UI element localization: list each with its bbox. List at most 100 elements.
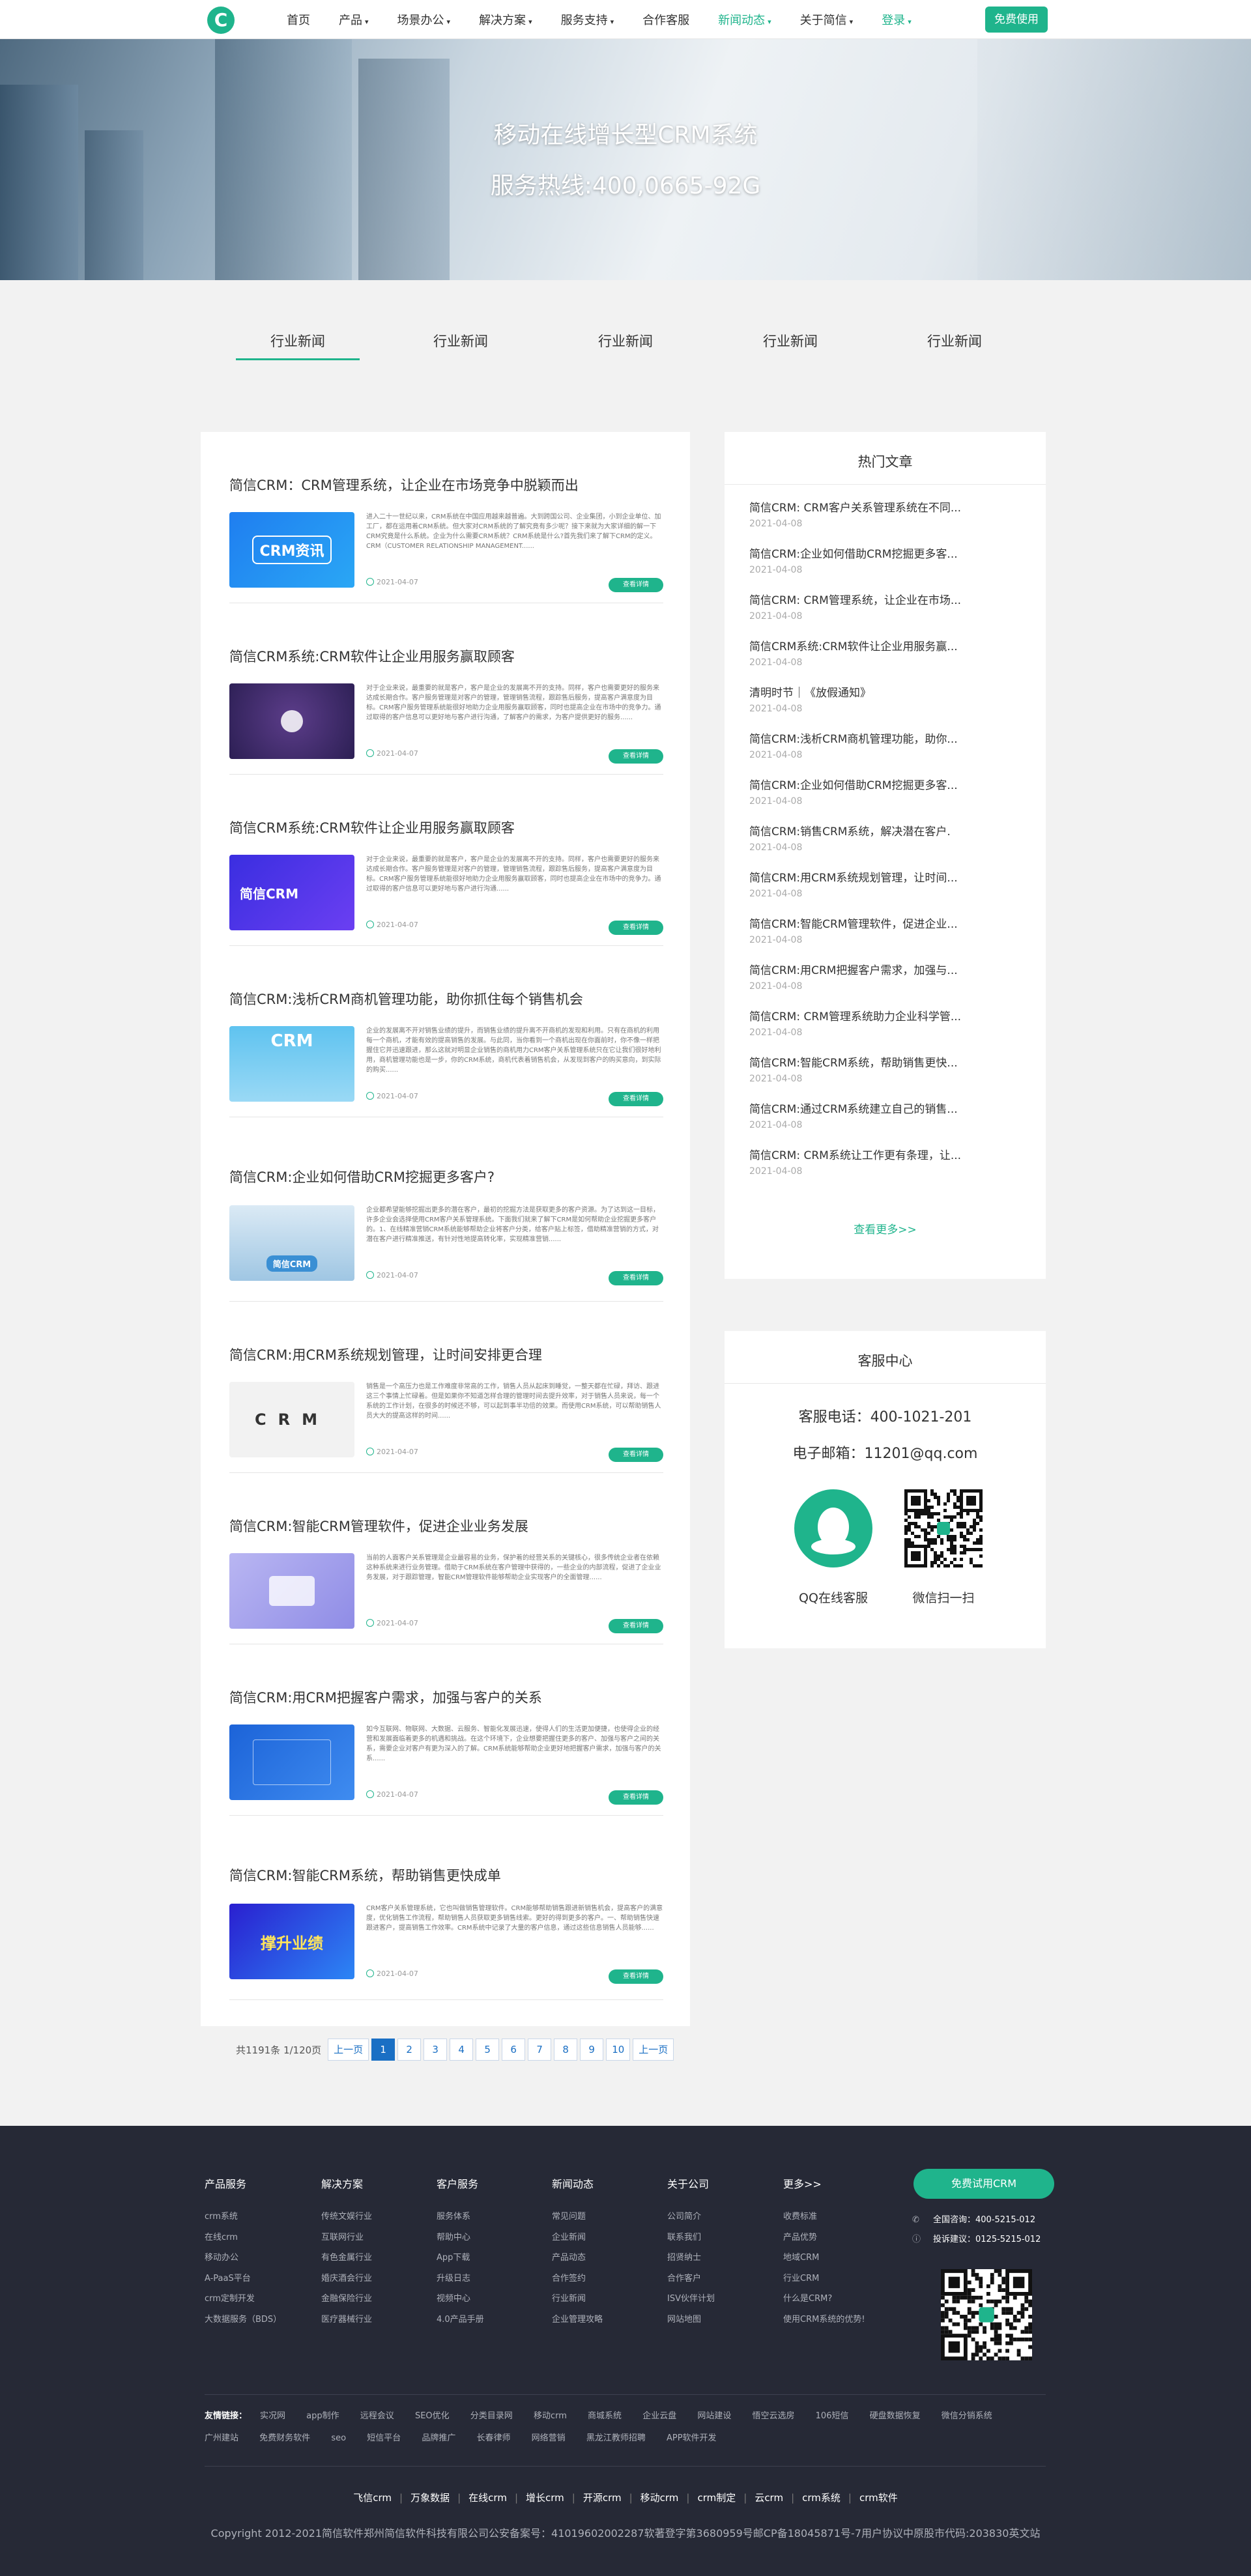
page-7[interactable]: 7 — [528, 2039, 552, 2061]
hot-article-title[interactable]: 简信CRM:通过CRM系统建立自己的销售... — [749, 1100, 1023, 1116]
footer-link[interactable]: 服务体系 — [437, 2207, 541, 2227]
hot-article-item[interactable]: 简信CRM:智能CRM管理软件，促进企业... 2021-04-08 — [749, 915, 1023, 945]
hot-article-item[interactable]: 简信CRM:通过CRM系统建立自己的销售... 2021-04-08 — [749, 1100, 1023, 1130]
friend-link[interactable]: 网络营销 — [532, 2433, 566, 2443]
friend-link[interactable]: 品牌推广 — [422, 2433, 455, 2443]
article-thumbnail[interactable] — [229, 1553, 354, 1629]
friend-link[interactable]: 短信平台 — [367, 2433, 401, 2443]
hot-article-item[interactable]: 简信CRM:销售CRM系统，解决潜在客户. 2021-04-08 — [749, 822, 1023, 853]
view-details-button[interactable]: 查看详情 — [609, 1271, 663, 1285]
footer-bar-link[interactable]: 云crm — [755, 2492, 783, 2504]
hot-article-title[interactable]: 简信CRM: CRM管理系统助力企业科学管... — [749, 1007, 1023, 1023]
footer-link[interactable]: 什么是CRM? — [783, 2289, 887, 2310]
article-title[interactable]: 简信CRM:浅析CRM商机管理功能，助你抓住每个销售机会 — [229, 989, 583, 1009]
view-more-link[interactable]: 查看更多>> — [725, 1220, 1046, 1237]
friend-link[interactable]: 网站建设 — [697, 2411, 731, 2421]
hot-article-title[interactable]: 简信CRM:用CRM系统规划管理，让时间... — [749, 868, 1023, 885]
article-thumbnail[interactable]: CRM — [229, 1382, 354, 1457]
friend-link[interactable]: 106短信 — [816, 2411, 849, 2421]
footer-link[interactable]: ISV伙伴计划 — [667, 2289, 771, 2310]
hot-article-item[interactable]: 简信CRM:浅析CRM商机管理功能，助你... 2021-04-08 — [749, 730, 1023, 760]
friend-link[interactable]: 硬盘数据恢复 — [870, 2411, 921, 2421]
hot-article-item[interactable]: 简信CRM系统:CRM软件让企业用服务赢... 2021-04-08 — [749, 637, 1023, 668]
friend-link[interactable]: 悟空云选房 — [753, 2411, 795, 2421]
tab-industry-news-4[interactable]: 行业新闻 — [728, 331, 852, 358]
footer-link[interactable]: 4.0产品手册 — [437, 2310, 541, 2330]
nav-solutions[interactable]: 解决方案 ▾ — [479, 11, 532, 28]
footer-bar-link[interactable]: 移动crm — [640, 2492, 679, 2504]
page-10[interactable]: 10 — [606, 2039, 631, 2061]
page-9[interactable]: 9 — [580, 2039, 604, 2061]
hot-article-title[interactable]: 简信CRM:智能CRM管理软件，促进企业... — [749, 915, 1023, 931]
footer-column-heading[interactable]: 解决方案 — [321, 2175, 425, 2191]
page-5[interactable]: 5 — [476, 2039, 500, 2061]
view-details-button[interactable]: 查看详情 — [609, 1969, 663, 1984]
view-details-button[interactable]: 查看详情 — [609, 578, 663, 592]
brand-logo[interactable]: C — [207, 7, 235, 34]
footer-bar-link[interactable]: 飞信crm — [353, 2492, 392, 2504]
hot-article-title[interactable]: 简信CRM:销售CRM系统，解决潜在客户. — [749, 822, 1023, 838]
footer-link[interactable]: 在线crm — [205, 2227, 309, 2248]
footer-bar-link[interactable]: crm软件 — [859, 2492, 898, 2504]
footer-bar-link[interactable]: 增长crm — [526, 2492, 564, 2504]
friend-link[interactable]: APP软件开发 — [667, 2433, 717, 2443]
page-2[interactable]: 2 — [397, 2039, 422, 2061]
footer-link[interactable]: 互联网行业 — [321, 2227, 425, 2248]
footer-link[interactable]: 传统文娱行业 — [321, 2207, 425, 2227]
hot-article-title[interactable]: 简信CRM:智能CRM系统，帮助销售更快... — [749, 1053, 1023, 1070]
footer-column-heading[interactable]: 新闻动态 — [552, 2175, 656, 2191]
prev-page-button[interactable]: 上一页 — [328, 2039, 369, 2061]
nav-about[interactable]: 关于简信 ▾ — [800, 11, 854, 28]
footer-link[interactable]: 金融保险行业 — [321, 2289, 425, 2310]
view-details-button[interactable]: 查看详情 — [609, 1619, 663, 1633]
hot-article-item[interactable]: 简信CRM:企业如何借助CRM挖掘更多客... 2021-04-08 — [749, 545, 1023, 575]
article-title[interactable]: 简信CRM:智能CRM管理软件，促进企业业务发展 — [229, 1516, 528, 1536]
article-thumbnail[interactable]: 简信CRM — [229, 855, 354, 930]
friend-link[interactable]: 移动crm — [534, 2411, 567, 2421]
footer-column-heading[interactable]: 关于公司 — [667, 2175, 771, 2191]
footer-link[interactable]: 常见问题 — [552, 2207, 656, 2227]
footer-link[interactable]: 收费标准 — [783, 2207, 887, 2227]
nav-news[interactable]: 新闻动态 ▾ — [718, 11, 771, 28]
friend-link[interactable]: SEO优化 — [415, 2411, 450, 2421]
view-details-button[interactable]: 查看详情 — [609, 1448, 663, 1462]
friend-link[interactable]: 黑龙江教师招聘 — [586, 2433, 646, 2443]
article-title[interactable]: 简信CRM：CRM管理系统，让企业在市场竞争中脱颖而出 — [229, 475, 579, 494]
footer-bar-link[interactable]: 万象数据 — [410, 2492, 450, 2504]
footer-link[interactable]: 升级日志 — [437, 2268, 541, 2289]
footer-link[interactable]: 合作客户 — [667, 2268, 771, 2289]
article-title[interactable]: 简信CRM:企业如何借助CRM挖掘更多客户? — [229, 1167, 495, 1186]
tab-industry-news-5[interactable]: 行业新闻 — [893, 331, 1016, 358]
view-details-button[interactable]: 查看详情 — [609, 1092, 663, 1106]
hot-article-item[interactable]: 简信CRM: CRM客户关系管理系统在不同... 2021-04-08 — [749, 498, 1023, 529]
article-title[interactable]: 简信CRM系统:CRM软件让企业用服务赢取顾客 — [229, 818, 515, 837]
friend-link[interactable]: 微信分销系统 — [942, 2411, 992, 2421]
footer-bar-link[interactable]: crm制定 — [697, 2492, 736, 2504]
footer-link[interactable]: crm系统 — [205, 2207, 309, 2227]
hot-article-item[interactable]: 清明时节｜《放假通知》 2021-04-08 — [749, 683, 1023, 714]
article-thumbnail[interactable] — [229, 683, 354, 759]
footer-link[interactable]: 帮助中心 — [437, 2227, 541, 2248]
footer-link[interactable]: 企业新闻 — [552, 2227, 656, 2248]
footer-link[interactable]: 医疗器械行业 — [321, 2310, 425, 2330]
footer-link[interactable]: 使用CRM系统的优势! — [783, 2310, 887, 2330]
hot-article-item[interactable]: 简信CRM: CRM系统让工作更有条理，让... 2021-04-08 — [749, 1146, 1023, 1177]
friend-link[interactable]: 远程会议 — [360, 2411, 394, 2421]
view-details-button[interactable]: 查看详情 — [609, 1790, 663, 1805]
friend-link[interactable]: 商城系统 — [588, 2411, 622, 2421]
free-use-button[interactable]: 免费使用 — [985, 7, 1048, 33]
footer-link[interactable]: 产品动态 — [552, 2248, 656, 2268]
footer-link[interactable]: 行业新闻 — [552, 2289, 656, 2310]
page-4[interactable]: 4 — [450, 2039, 474, 2061]
article-title[interactable]: 简信CRM:用CRM把握客户需求，加强与客户的关系 — [229, 1687, 542, 1707]
footer-link[interactable]: 大数据服务（BDS） — [205, 2310, 309, 2330]
article-title[interactable]: 简信CRM:智能CRM系统，帮助销售更快成单 — [229, 1865, 501, 1885]
nav-partner[interactable]: 合作客服 — [642, 11, 689, 28]
next-page-button[interactable]: 上一页 — [633, 2039, 674, 2061]
article-thumbnail[interactable]: 撑升业绩 — [229, 1904, 354, 1979]
hot-article-title[interactable]: 简信CRM:企业如何借助CRM挖掘更多客... — [749, 776, 1023, 792]
tab-industry-news-1[interactable]: 行业新闻 — [236, 331, 360, 360]
hot-article-item[interactable]: 简信CRM:智能CRM系统，帮助销售更快... 2021-04-08 — [749, 1053, 1023, 1084]
page-8[interactable]: 8 — [554, 2039, 578, 2061]
footer-bar-link[interactable]: 开源crm — [583, 2492, 622, 2504]
